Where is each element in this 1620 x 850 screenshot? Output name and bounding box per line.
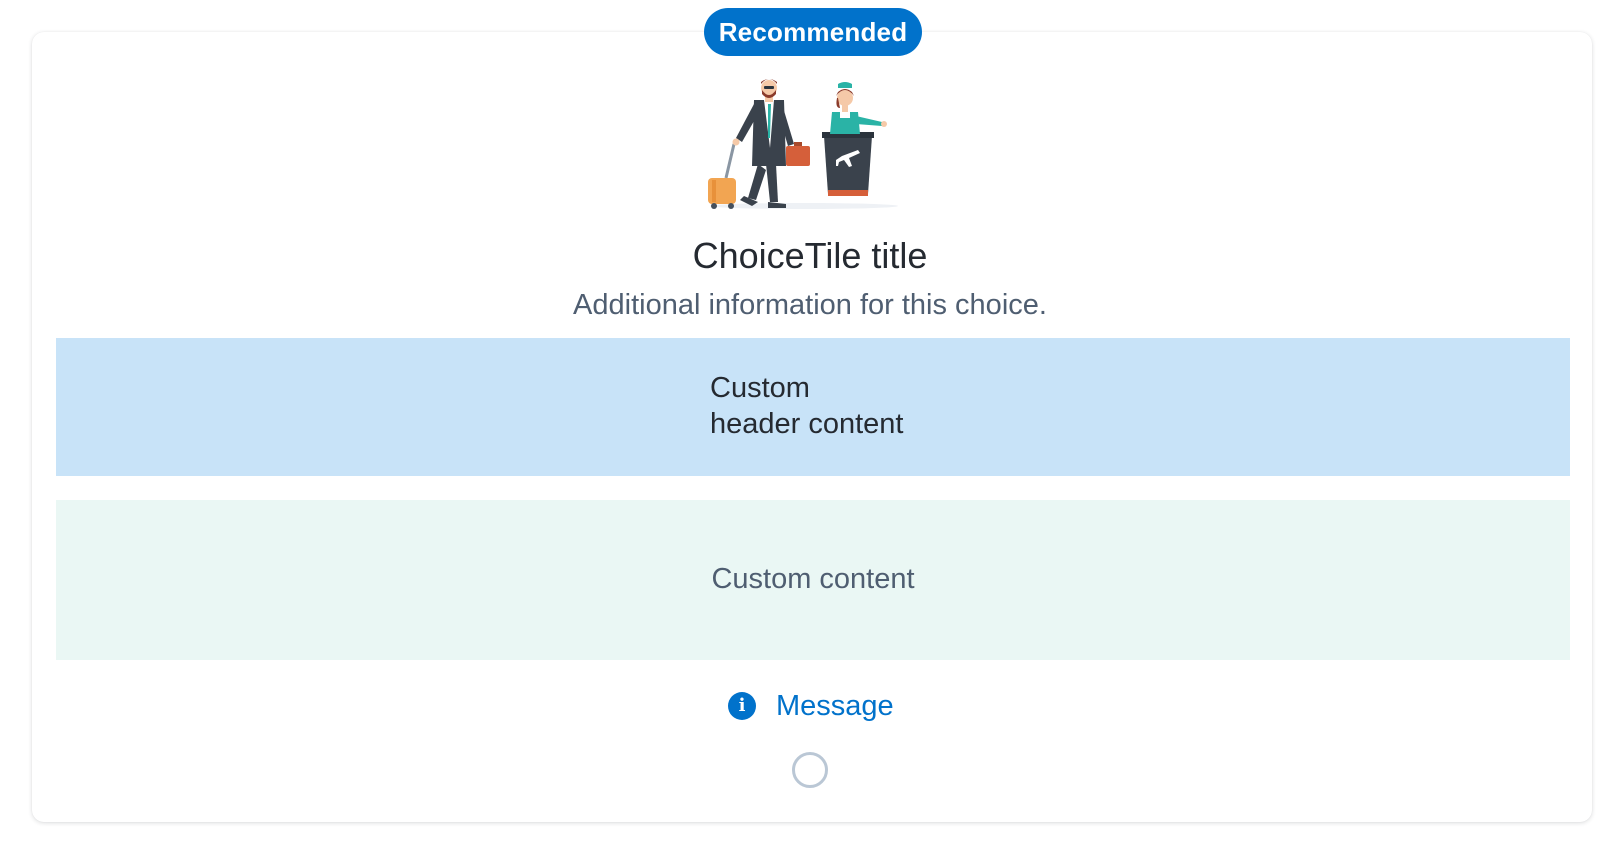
message-text: Message	[776, 690, 894, 722]
custom-header-line-2: header content	[710, 408, 904, 440]
custom-header-text: Custom header content	[710, 370, 990, 442]
custom-header-area: Custom header content	[56, 338, 1570, 476]
choice-tile-description: Additional information for this choice.	[573, 289, 1047, 321]
choice-tile-title: ChoiceTile title	[692, 235, 928, 276]
airport-check-in-illustration	[708, 79, 898, 209]
custom-content-area: Custom content	[56, 500, 1570, 660]
custom-header-line-1: Custom	[710, 372, 810, 404]
selection-radio[interactable]	[792, 752, 828, 788]
custom-content-text: Custom content	[711, 563, 915, 595]
page: Recommended ChoiceTile title Additional …	[0, 0, 1620, 850]
info-icon: i	[728, 692, 756, 720]
recommended-badge: Recommended	[704, 8, 922, 56]
choice-tile-message: i Message	[728, 686, 894, 726]
